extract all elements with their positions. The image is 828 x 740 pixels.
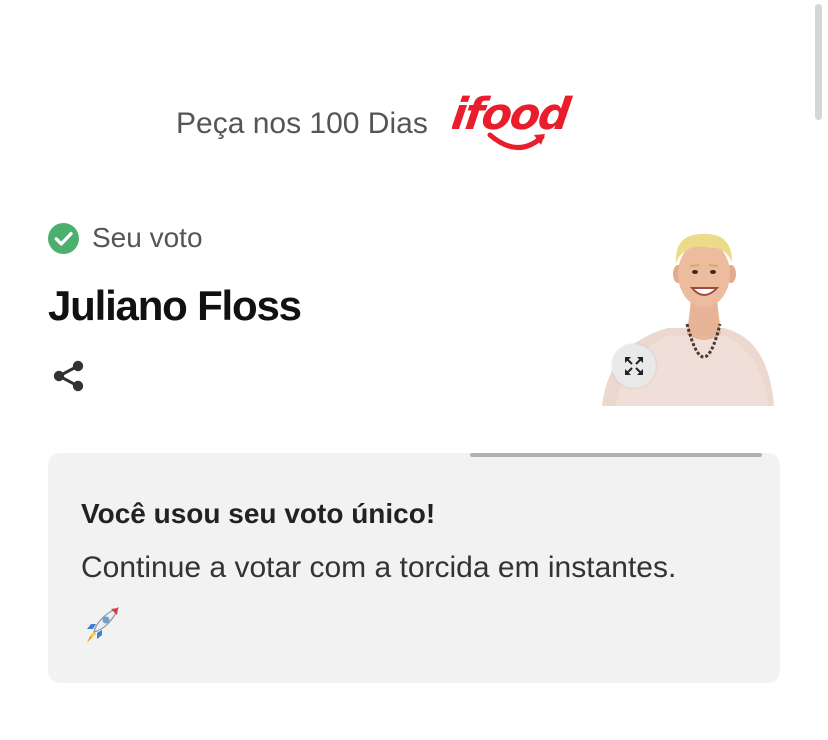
- countdown-progress-fill: [470, 453, 762, 457]
- candidate-photo[interactable]: [598, 222, 778, 406]
- vote-info-card: Você usou seu voto único! Continue a vot…: [48, 453, 780, 683]
- page: Peça nos 100 Dias ifood Seu voto Juliano…: [0, 0, 828, 740]
- expand-icon: [625, 357, 643, 375]
- rocket-emoji: [85, 606, 120, 643]
- expand-photo-button[interactable]: [612, 344, 656, 388]
- card-title: Você usou seu voto único!: [81, 498, 436, 529]
- sponsor-text: Peça nos 100 Dias: [176, 107, 428, 140]
- candidate-name: Juliano Floss: [48, 282, 302, 329]
- sponsor-banner[interactable]: Peça nos 100 Dias ifood: [176, 84, 580, 160]
- vote-summary: Seu voto Juliano Floss: [48, 222, 302, 392]
- check-circle-icon: [48, 222, 79, 254]
- vote-status: Seu voto: [48, 222, 301, 254]
- ifood-logo: ifood: [452, 89, 575, 150]
- svg-text:ifood: ifood: [452, 89, 575, 140]
- countdown-progress-track: [470, 453, 762, 457]
- card-text: Continue a votar com a torcida em instan…: [81, 551, 677, 584]
- vote-label: Seu voto: [92, 222, 203, 253]
- scrollbar[interactable]: [815, 4, 822, 120]
- share-icon[interactable]: [51, 358, 87, 394]
